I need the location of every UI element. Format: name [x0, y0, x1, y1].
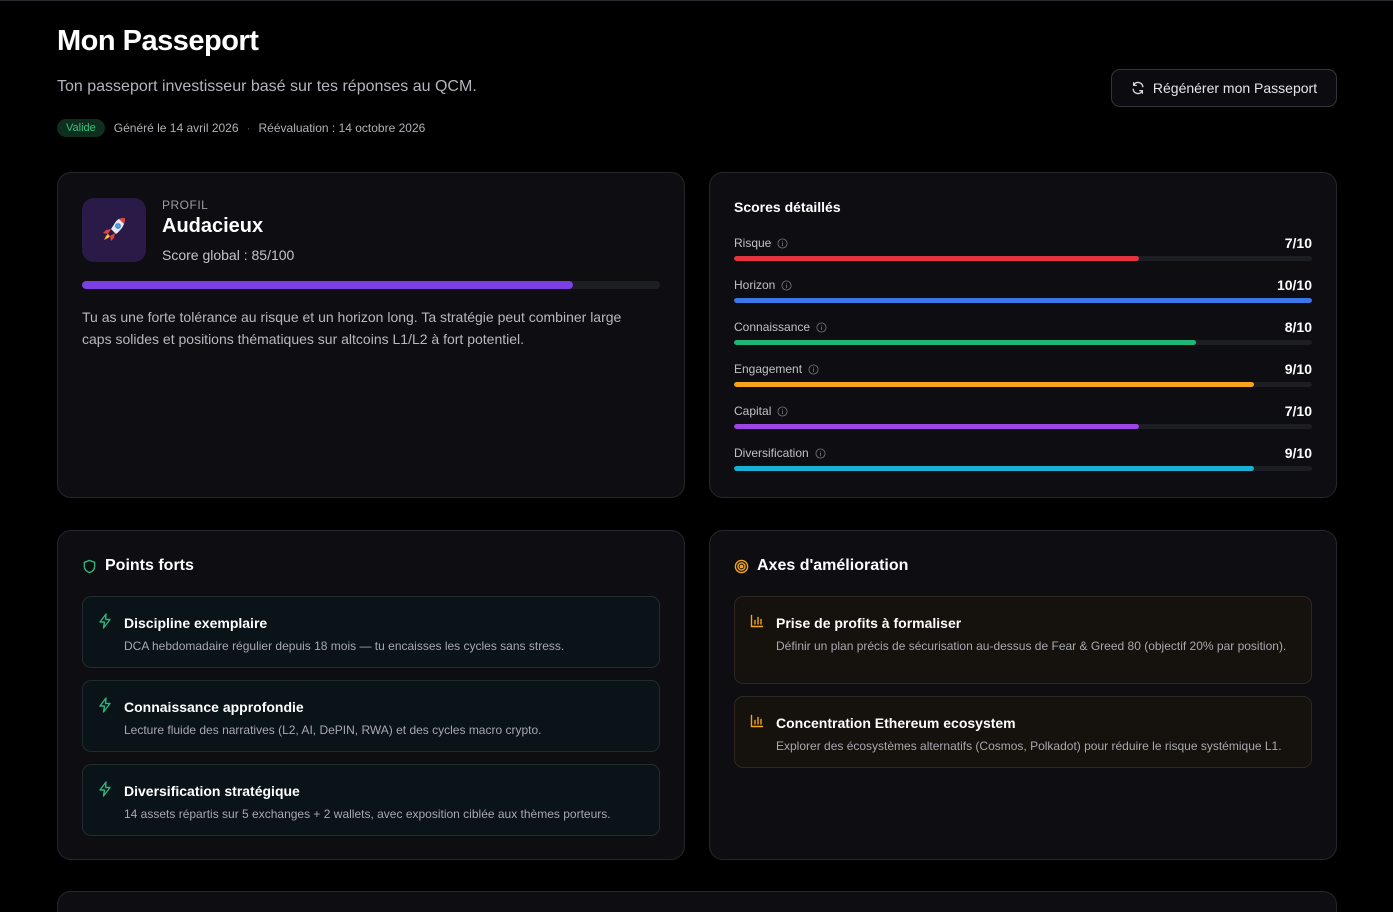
score-row: Capital 7/10 [734, 403, 1312, 440]
info-icon[interactable] [808, 363, 819, 375]
improvements-title-text: Axes d'amélioration [757, 557, 909, 574]
page-title: Mon Passeport [57, 25, 259, 57]
score-bar [734, 298, 1312, 303]
score-label-text: Horizon [734, 278, 776, 292]
score-label: Diversification [734, 446, 826, 460]
score-row: Risque 7/10 [734, 235, 1312, 272]
info-icon[interactable] [777, 237, 788, 249]
bar-chart-icon [750, 614, 764, 628]
bar-chart-icon [750, 714, 764, 728]
score-bar [734, 466, 1312, 471]
strength-item-desc: Lecture fluide des narratives (L2, AI, D… [124, 723, 542, 737]
lightning-icon [99, 781, 111, 797]
shield-icon [83, 559, 96, 573]
score-label-text: Engagement [734, 362, 803, 376]
profile-score: Score global : 85/100 [162, 247, 295, 263]
score-value: 10/10 [1276, 277, 1312, 293]
score-bar-fill [734, 382, 1255, 387]
improvement-item-desc: Définir un plan précis de sécurisation a… [776, 639, 1287, 653]
next-section-card [57, 891, 1337, 912]
score-bar [734, 424, 1312, 429]
profile-name: Audacieux [162, 215, 264, 237]
profile-score-bar [82, 281, 660, 289]
info-icon[interactable] [815, 447, 826, 459]
score-value: 7/10 [1284, 403, 1312, 419]
profile-label: PROFIL [162, 198, 209, 212]
strength-item: Diversification stratégique 14 assets rép… [82, 764, 660, 836]
strength-item-desc: 14 assets répartis sur 5 exchanges + 2 w… [124, 807, 611, 821]
strengths-title-text: Points forts [105, 557, 194, 574]
score-row: Diversification 9/10 [734, 445, 1312, 482]
score-label: Risque [734, 236, 788, 250]
strength-item-desc: DCA hebdomadaire régulier depuis 18 mois… [124, 639, 565, 653]
lightning-icon [99, 697, 111, 713]
info-icon[interactable] [777, 405, 788, 417]
score-value: 7/10 [1284, 235, 1312, 251]
passport-meta: Valide Généré le 14 avril 2026 · Réévalu… [57, 119, 425, 137]
score-row: Connaissance 8/10 [734, 319, 1312, 356]
strength-item-title: Connaissance approfondie [124, 699, 304, 715]
score-label: Engagement [734, 362, 819, 376]
improvement-item-title: Concentration Ethereum ecosystem [776, 715, 1016, 731]
page-subtitle: Ton passeport investisseur basé sur tes … [57, 78, 477, 95]
meta-separator: · [246, 121, 251, 135]
strengths-card: Points forts Discipline exemplaire DCA he… [57, 530, 685, 860]
score-bar-fill [734, 298, 1312, 303]
strengths-title: Points forts [82, 557, 194, 575]
info-icon[interactable] [781, 279, 792, 291]
lightning-icon [99, 613, 111, 629]
score-value: 9/10 [1284, 445, 1312, 461]
regenerate-passport-button[interactable]: Régénérer mon Passeport [1111, 69, 1337, 107]
improvement-item: Prise de profits à formaliser Définir un … [734, 596, 1312, 684]
score-bar [734, 256, 1312, 261]
strength-item: Connaissance approfondie Lecture fluide d… [82, 680, 660, 752]
profile-description: Tu as une forte tolérance au risque et u… [82, 309, 622, 347]
profile-card: PROFIL Audacieux Score global : 85/100 T… [57, 172, 685, 498]
score-bar-fill [734, 340, 1197, 345]
score-bar-fill [734, 466, 1255, 471]
score-bar-fill [734, 424, 1139, 429]
generated-date: Généré le 14 avril 2026 [113, 121, 239, 135]
refresh-icon [1132, 81, 1144, 95]
strength-item-title: Discipline exemplaire [124, 615, 268, 631]
score-label-text: Capital [734, 404, 772, 418]
score-value: 9/10 [1284, 361, 1312, 377]
strength-item-title: Diversification stratégique [124, 783, 300, 799]
info-icon[interactable] [816, 321, 827, 333]
target-icon [734, 559, 749, 573]
score-label-text: Diversification [734, 446, 809, 460]
score-row: Horizon 10/10 [734, 277, 1312, 314]
regenerate-passport-label: Régénérer mon Passeport [1152, 80, 1318, 96]
score-value: 8/10 [1284, 319, 1312, 335]
profile-avatar [82, 198, 146, 262]
improvement-item-title: Prise de profits à formaliser [776, 615, 962, 631]
score-bar [734, 340, 1312, 345]
score-bar-fill [734, 256, 1139, 261]
strength-item: Discipline exemplaire DCA hebdomadaire ré… [82, 596, 660, 668]
rocket-icon [103, 218, 125, 241]
score-label: Horizon [734, 278, 792, 292]
reevaluation-date: Réévaluation : 14 octobre 2026 [258, 121, 426, 135]
scores-card: Scores détaillés Risque 7/10 Horizon 10/10 C… [709, 172, 1337, 498]
score-bar [734, 382, 1312, 387]
status-badge: Valide [57, 119, 105, 137]
score-label-text: Risque [734, 236, 772, 250]
improvements-card: Axes d'amélioration Prise de profits à f… [709, 530, 1337, 860]
scores-title: Scores détaillés [734, 199, 841, 215]
profile-score-fill [82, 281, 574, 289]
improvement-item: Concentration Ethereum ecosystem Explorer… [734, 696, 1312, 768]
score-label: Capital [734, 404, 788, 418]
score-label-text: Connaissance [734, 320, 811, 334]
score-row: Engagement 9/10 [734, 361, 1312, 398]
improvement-item-desc: Explorer des écosystèmes alternatifs (Co… [776, 739, 1282, 753]
improvements-title: Axes d'amélioration [734, 557, 908, 575]
score-label: Connaissance [734, 320, 827, 334]
